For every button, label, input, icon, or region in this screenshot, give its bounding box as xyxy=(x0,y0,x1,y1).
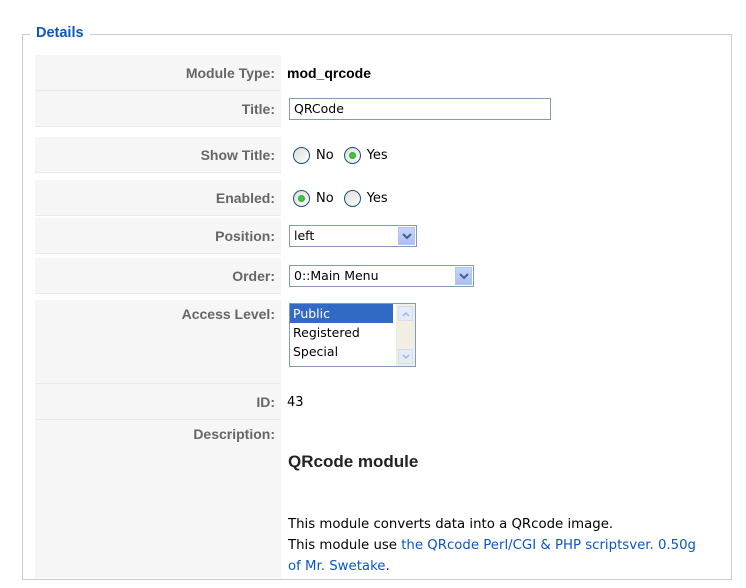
chevron-down-icon[interactable] xyxy=(398,227,415,245)
row-id: ID: 43 xyxy=(35,384,735,420)
position-select[interactable]: left xyxy=(289,225,417,247)
description-heading: QRcode module xyxy=(288,452,419,471)
description-line-1: This module converts data into a QRcode … xyxy=(288,517,614,532)
access-level-label: Access Level: xyxy=(35,300,281,384)
listbox-scrollbar[interactable] xyxy=(396,304,415,366)
row-access-level: Access Level: Public Registered Special xyxy=(35,300,735,384)
row-position: Position: left xyxy=(35,218,735,254)
description-line-2-suffix: . xyxy=(385,559,390,574)
show-title-label: Show Title: xyxy=(35,137,281,173)
row-title: Title: QRCode xyxy=(35,91,735,127)
show-title-no-radio[interactable] xyxy=(293,146,310,164)
row-show-title: Show Title: No Yes xyxy=(35,137,735,173)
title-label: Title: xyxy=(35,91,281,127)
access-option-registered[interactable]: Registered xyxy=(290,323,393,342)
position-value: left xyxy=(294,228,315,243)
details-legend: Details xyxy=(30,24,90,42)
title-input[interactable]: QRCode xyxy=(289,98,551,120)
enabled-no-radio[interactable] xyxy=(293,189,310,207)
order-label: Order: xyxy=(35,258,281,294)
access-option-public[interactable]: Public xyxy=(290,304,393,323)
description-label: Description: xyxy=(35,420,281,578)
position-label: Position: xyxy=(35,218,281,254)
enabled-yes-radio[interactable] xyxy=(343,189,361,207)
order-select[interactable]: 0::Main Menu xyxy=(289,265,474,287)
enabled-label: Enabled: xyxy=(35,180,281,216)
id-value: 43 xyxy=(287,394,304,410)
description-text: This module converts data into a QRcode … xyxy=(288,514,708,577)
show-title-no-label[interactable]: No xyxy=(316,148,334,163)
show-title-yes-label[interactable]: Yes xyxy=(367,148,388,163)
order-value: 0::Main Menu xyxy=(294,268,379,283)
module-type-value: mod_qrcode xyxy=(287,65,372,81)
row-module-type: Module Type: mod_qrcode xyxy=(35,55,735,91)
access-level-listbox[interactable]: Public Registered Special xyxy=(289,303,416,367)
row-enabled: Enabled: No Yes xyxy=(35,180,735,216)
scroll-down-icon[interactable] xyxy=(398,349,413,364)
show-title-yes-radio[interactable] xyxy=(343,146,361,164)
description-line-2-prefix: This module use xyxy=(288,538,402,553)
description-line-2: This module use the QRcode Perl/CGI & PH… xyxy=(288,535,708,577)
enabled-yes-label[interactable]: Yes xyxy=(367,191,388,206)
access-option-special[interactable]: Special xyxy=(290,342,393,361)
enabled-no-label[interactable]: No xyxy=(316,191,334,206)
chevron-down-icon[interactable] xyxy=(455,267,472,285)
row-order: Order: 0::Main Menu xyxy=(35,258,735,294)
id-label: ID: xyxy=(35,384,281,420)
scroll-up-icon[interactable] xyxy=(398,306,413,321)
module-type-label: Module Type: xyxy=(35,55,281,91)
